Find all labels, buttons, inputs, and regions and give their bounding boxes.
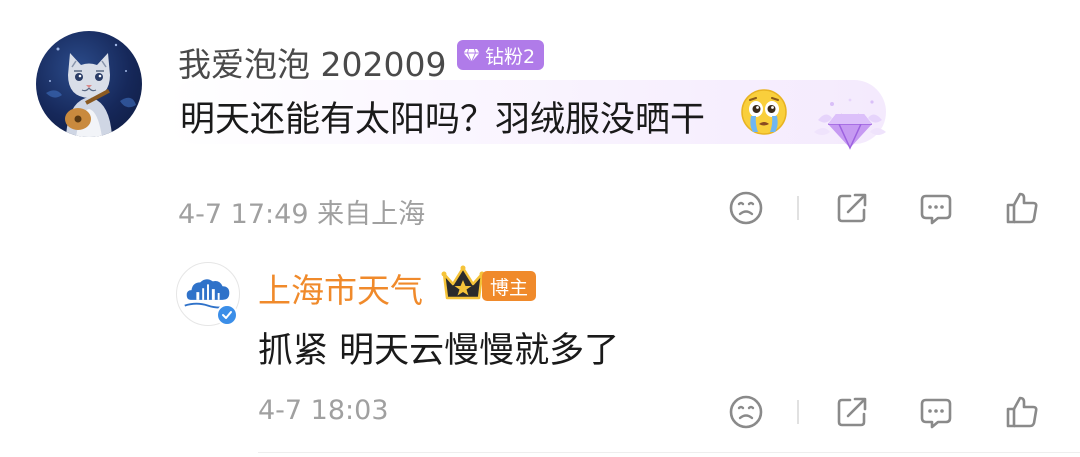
emoji-face-icon bbox=[729, 395, 763, 429]
crown-icon bbox=[441, 265, 485, 300]
emoji-face-icon bbox=[729, 191, 763, 225]
fan-badge-label: 钻粉2 bbox=[485, 45, 536, 68]
blogger-badge: 博主 bbox=[482, 271, 537, 301]
comment-icon bbox=[920, 194, 952, 225]
reply-like-button[interactable] bbox=[1002, 392, 1042, 432]
reply-text[interactable]: 抓紧 明天云慢慢就多了 bbox=[258, 322, 619, 373]
comment-timestamp: 4-7 17:49 来自上海 bbox=[178, 199, 426, 230]
reply-emoji-react-button[interactable] bbox=[726, 392, 766, 432]
like-button[interactable] bbox=[1002, 188, 1042, 228]
reply-timestamp: 4-7 18:03 bbox=[258, 395, 389, 426]
thumbs-up-icon bbox=[1006, 192, 1038, 224]
crying-face-emoji-icon bbox=[741, 89, 787, 135]
replier-username[interactable]: 上海市天气 bbox=[258, 264, 423, 312]
emoji-react-button[interactable] bbox=[726, 188, 766, 228]
fan-level-badge[interactable]: 钻粉2 bbox=[457, 40, 545, 70]
verified-badge-icon bbox=[216, 304, 238, 326]
comment-icon bbox=[920, 398, 952, 429]
action-divider bbox=[797, 400, 799, 424]
thumbs-up-icon bbox=[1006, 396, 1038, 428]
share-button[interactable] bbox=[832, 188, 872, 228]
reply-button[interactable] bbox=[916, 188, 956, 228]
share-icon bbox=[837, 397, 867, 427]
diamond-icon bbox=[463, 48, 480, 63]
cat-avatar-image bbox=[46, 43, 136, 137]
checkmark-icon bbox=[222, 311, 232, 319]
share-icon bbox=[837, 193, 867, 223]
thread-divider bbox=[258, 452, 1080, 453]
commenter-username[interactable]: 我爱泡泡 202009 bbox=[178, 38, 446, 86]
diamond-decoration-icon bbox=[814, 98, 886, 150]
action-divider bbox=[797, 196, 799, 220]
reply-share-button[interactable] bbox=[832, 392, 872, 432]
comment-text[interactable]: 明天还能有太阳吗？羽绒服没晒干 bbox=[180, 91, 705, 142]
commenter-avatar[interactable] bbox=[36, 31, 142, 137]
reply-comment-button[interactable] bbox=[916, 392, 956, 432]
